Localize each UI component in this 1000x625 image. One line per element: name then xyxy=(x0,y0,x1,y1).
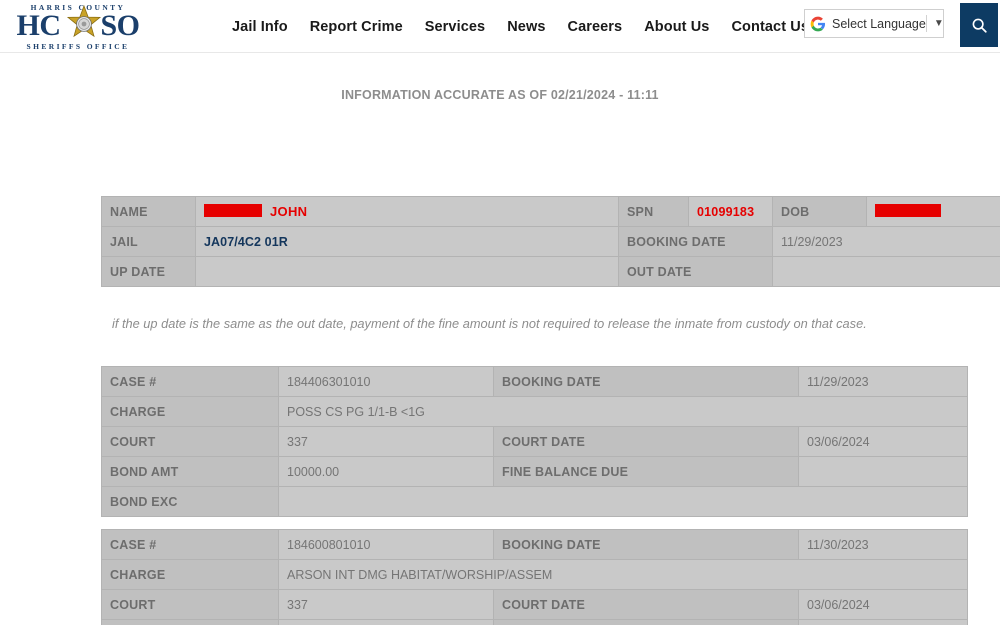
value-up-date xyxy=(195,256,619,287)
table-row-bond-amt: BOND AMT 50000.00 FINE BALANCE DUE xyxy=(101,619,968,625)
value-spn: 01099183 xyxy=(688,196,773,227)
value-booking-date: 11/29/2023 xyxy=(798,366,968,397)
label-bond-exc: BOND EXC xyxy=(101,486,279,517)
information-accuracy-banner: INFORMATION ACCURATE AS OF 02/21/2024 - … xyxy=(341,88,659,102)
spn-number: 01099183 xyxy=(697,204,755,219)
label-fine-balance-due: FINE BALANCE DUE xyxy=(493,456,799,487)
label-charge: CHARGE xyxy=(101,396,279,427)
sheriff-star-badge-icon xyxy=(66,5,102,38)
logo-bottom-text: SHERIFFS OFFICE xyxy=(26,42,130,51)
value-court: 337 xyxy=(278,426,494,457)
redacted-dob xyxy=(875,204,941,217)
nav-item-news[interactable]: News xyxy=(507,19,545,35)
label-court-date: COURT DATE xyxy=(493,589,799,620)
label-spn: SPN xyxy=(618,196,689,227)
table-row-jail: JAIL JA07/4C2 01R BOOKING DATE 11/29/202… xyxy=(101,226,1000,257)
value-out-date xyxy=(772,256,1000,287)
label-case-no: CASE # xyxy=(101,529,279,560)
nav-item-contact-us[interactable]: Contact Us xyxy=(731,19,809,35)
label-bond-amt: BOND AMT xyxy=(101,619,279,625)
table-row-bond-amt: BOND AMT 10000.00 FINE BALANCE DUE xyxy=(101,456,968,487)
nav-item-careers[interactable]: Careers xyxy=(568,19,623,35)
redacted-last-name xyxy=(204,204,262,217)
label-court-date: COURT DATE xyxy=(493,426,799,457)
label-booking-date: BOOKING DATE xyxy=(618,226,773,257)
logo-so-text: SO xyxy=(100,9,140,42)
jail-location-link[interactable]: JA07/4C2 01R xyxy=(204,235,288,249)
table-row-case-no: CASE # 184600801010 BOOKING DATE 11/30/2… xyxy=(101,529,968,560)
table-row-court: COURT 337 COURT DATE 03/06/2024 xyxy=(101,589,968,620)
value-case-no: 184406301010 xyxy=(278,366,494,397)
value-charge: ARSON INT DMG HABITAT/WORSHIP/ASSEM xyxy=(278,559,968,590)
value-case-no: 184600801010 xyxy=(278,529,494,560)
nav-item-report-crime[interactable]: Report Crime xyxy=(310,19,403,35)
value-court-date: 03/06/2024 xyxy=(798,589,968,620)
value-jail: JA07/4C2 01R xyxy=(195,226,619,257)
table-row-case-no: CASE # 184406301010 BOOKING DATE 11/29/2… xyxy=(101,366,968,397)
value-court: 337 xyxy=(278,589,494,620)
label-jail: JAIL xyxy=(101,226,196,257)
value-booking-date: 11/29/2023 xyxy=(772,226,1000,257)
table-row-charge: CHARGE ARSON INT DMG HABITAT/WORSHIP/ASS… xyxy=(101,559,968,590)
value-name: JOHN xyxy=(195,196,619,227)
nav-item-services[interactable]: Services xyxy=(425,19,485,35)
label-fine-balance-due: FINE BALANCE DUE xyxy=(493,619,799,625)
value-court-date: 03/06/2024 xyxy=(798,426,968,457)
inmate-summary-table: NAME JOHN SPN 01099183 DOB JAIL JA07/4C2… xyxy=(101,196,1000,287)
site-header: HARRIS COUNTY HC SO SHERIFFS OFFICE Jail … xyxy=(0,0,1000,53)
value-fine-balance-due xyxy=(798,456,968,487)
case-table: CASE # 184406301010 BOOKING DATE 11/29/2… xyxy=(101,366,968,517)
value-bond-amt: 10000.00 xyxy=(278,456,494,487)
label-case-no: CASE # xyxy=(101,366,279,397)
logo-hc-text: HC xyxy=(16,9,61,42)
label-up-date: UP DATE xyxy=(101,256,196,287)
label-dob: DOB xyxy=(772,196,867,227)
language-selector[interactable]: Select Language ▼ xyxy=(804,9,944,38)
google-g-icon xyxy=(810,16,826,31)
table-row-court: COURT 337 COURT DATE 03/06/2024 xyxy=(101,426,968,457)
value-fine-balance-due xyxy=(798,619,968,625)
search-button[interactable] xyxy=(960,3,998,47)
release-note-text: if the up date is the same as the out da… xyxy=(112,316,867,331)
table-row-up-date: UP DATE OUT DATE xyxy=(101,256,1000,287)
table-row-charge: CHARGE POSS CS PG 1/1-B <1G xyxy=(101,396,968,427)
chevron-down-icon[interactable]: ▼ xyxy=(927,18,951,29)
label-bond-amt: BOND AMT xyxy=(101,456,279,487)
value-bond-exc xyxy=(278,486,968,517)
value-booking-date: 11/30/2023 xyxy=(798,529,968,560)
label-name: NAME xyxy=(101,196,196,227)
table-row-bond-exc: BOND EXC xyxy=(101,486,968,517)
label-booking-date: BOOKING DATE xyxy=(493,529,799,560)
value-dob xyxy=(866,196,1000,227)
label-court: COURT xyxy=(101,426,279,457)
nav-item-about-us[interactable]: About Us xyxy=(644,19,709,35)
label-booking-date: BOOKING DATE xyxy=(493,366,799,397)
label-court: COURT xyxy=(101,589,279,620)
label-charge: CHARGE xyxy=(101,559,279,590)
label-out-date: OUT DATE xyxy=(618,256,773,287)
table-row-name: NAME JOHN SPN 01099183 DOB xyxy=(101,196,1000,227)
main-navigation: Jail Info Report Crime Services News Car… xyxy=(232,0,809,53)
case-table: CASE # 184600801010 BOOKING DATE 11/30/2… xyxy=(101,529,968,625)
value-charge: POSS CS PG 1/1-B <1G xyxy=(278,396,968,427)
language-selector-label: Select Language xyxy=(832,16,926,31)
hcso-logo[interactable]: HARRIS COUNTY HC SO SHERIFFS OFFICE xyxy=(8,2,148,52)
nav-item-jail-info[interactable]: Jail Info xyxy=(232,19,288,35)
search-icon xyxy=(972,18,987,33)
value-first-name: JOHN xyxy=(270,204,308,219)
value-bond-amt: 50000.00 xyxy=(278,619,494,625)
